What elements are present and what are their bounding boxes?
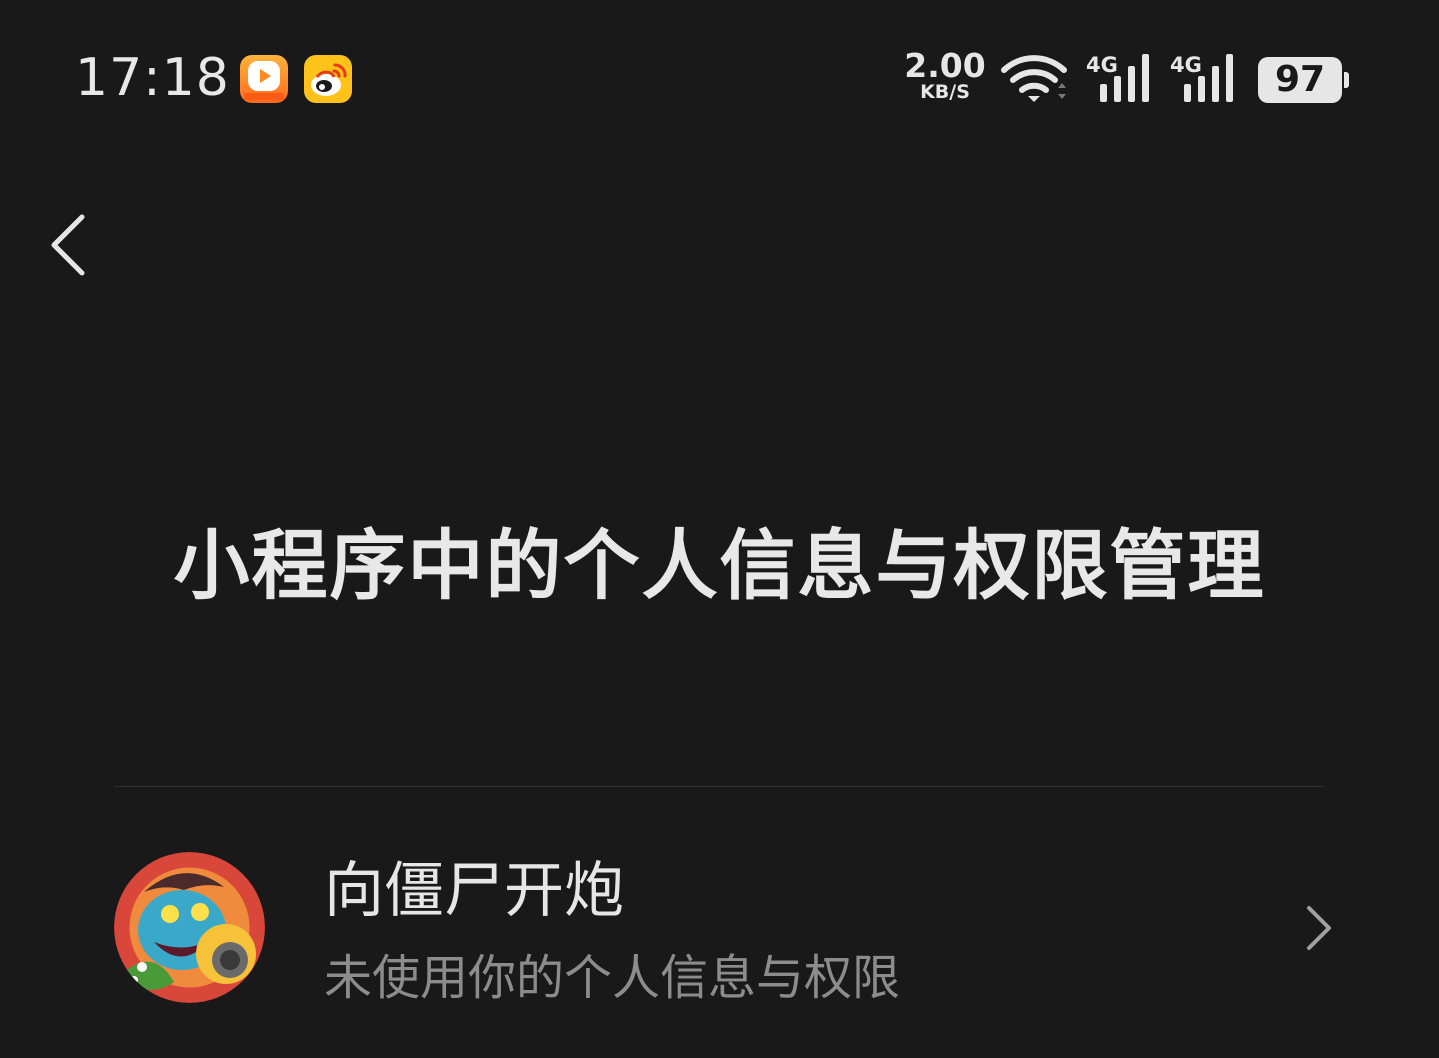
status-time: 17:18: [75, 48, 230, 108]
network-type-2: 4G: [1170, 53, 1202, 77]
battery-level: 97: [1274, 59, 1326, 100]
network-speed: 2.00 KB/S: [903, 46, 987, 103]
mini-program-list-item[interactable]: 向僵尸开炮 未使用你的个人信息与权限: [114, 830, 1339, 1030]
status-bar: 17:18 2.00 KB/S 4G 4G 97: [0, 0, 1439, 160]
chevron-left-icon: [51, 214, 85, 276]
video-app-icon: [240, 55, 288, 103]
battery-icon: 97: [1258, 57, 1349, 103]
network-type-1: 4G: [1086, 53, 1118, 77]
page-title: 小程序中的个人信息与权限管理: [173, 521, 1266, 610]
mini-program-permission-status: 未使用你的个人信息与权限: [324, 950, 901, 1006]
cellular-signal-icon-2: 4G: [1170, 53, 1233, 102]
network-speed-unit: KB/S: [920, 81, 970, 103]
back-button[interactable]: [40, 205, 110, 285]
cellular-signal-icon-1: 4G: [1086, 53, 1149, 102]
divider: [114, 786, 1324, 787]
avatar: [114, 852, 265, 1003]
network-speed-value: 2.00: [904, 46, 986, 85]
wifi-icon: [1001, 55, 1067, 102]
mini-program-name: 向僵尸开炮: [324, 856, 624, 926]
chevron-right-icon: [1307, 906, 1331, 950]
weibo-icon: [304, 55, 352, 103]
